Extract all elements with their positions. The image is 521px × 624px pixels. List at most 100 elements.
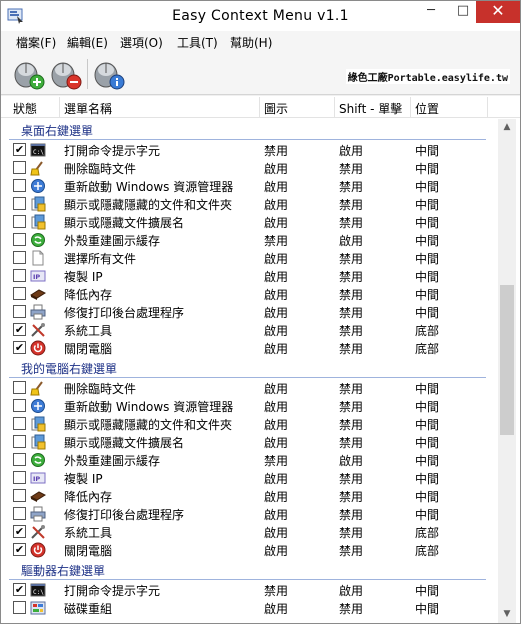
row-icon-state: 啟用 bbox=[264, 526, 289, 540]
title-bar[interactable]: Easy Context Menu v1.1 ─ □ ✕ bbox=[1, 1, 520, 31]
row-position: 中間 bbox=[415, 234, 440, 248]
menu-edit[interactable]: 編輯(E) bbox=[67, 34, 108, 51]
list-row[interactable]: ✔ 關閉電腦 啟用 禁用 底部 bbox=[1, 541, 498, 559]
row-checkbox[interactable] bbox=[13, 233, 26, 246]
row-name: 修復打印後台處理程序 bbox=[64, 508, 185, 522]
row-checkbox[interactable] bbox=[13, 179, 26, 192]
menu-tools[interactable]: 工具(T) bbox=[177, 34, 218, 51]
row-checkbox[interactable]: ✔ bbox=[13, 143, 26, 156]
scroll-up-arrow[interactable]: ▲ bbox=[498, 119, 516, 136]
row-name: 選擇所有文件 bbox=[64, 252, 137, 266]
list-row[interactable]: 重新啟動 Windows 資源管理器 啟用 禁用 中間 bbox=[1, 177, 498, 195]
row-position: 中間 bbox=[415, 472, 440, 486]
remove-item-button[interactable] bbox=[49, 57, 83, 91]
broom-icon bbox=[30, 161, 43, 176]
col-state[interactable]: 狀態 bbox=[13, 100, 37, 117]
list-row[interactable]: 磁碟重組 啟用 禁用 中間 bbox=[1, 599, 498, 617]
group-divider bbox=[9, 579, 486, 580]
row-name: 打開命令提示字元 bbox=[64, 584, 161, 598]
list-row[interactable]: 刪除臨時文件 啟用 禁用 中間 bbox=[1, 379, 498, 397]
row-shift-state: 禁用 bbox=[339, 472, 364, 486]
list-row[interactable]: IP 複製 IP 啟用 禁用 中間 bbox=[1, 469, 498, 487]
list-row[interactable]: 外殼重建圖示緩存 禁用 啟用 中間 bbox=[1, 451, 498, 469]
row-checkbox[interactable] bbox=[13, 399, 26, 412]
list-row[interactable]: ✔ C:\ 打開命令提示字元 禁用 啟用 中間 bbox=[1, 581, 498, 599]
row-checkbox[interactable] bbox=[13, 251, 26, 264]
add-item-button[interactable] bbox=[12, 57, 46, 91]
list-row[interactable]: IP 複製 IP 啟用 禁用 中間 bbox=[1, 267, 498, 285]
list-row[interactable]: 修復打印後台處理程序 啟用 禁用 中間 bbox=[1, 303, 498, 321]
list-row[interactable]: 選擇所有文件 啟用 禁用 中間 bbox=[1, 249, 498, 267]
row-position: 中間 bbox=[415, 198, 440, 212]
row-checkbox[interactable]: ✔ bbox=[13, 341, 26, 354]
list-row[interactable]: 顯示或隱藏隱藏的文件和文件夾 啟用 禁用 中間 bbox=[1, 415, 498, 433]
close-button[interactable]: ✕ bbox=[476, 1, 520, 23]
list-row[interactable]: 降低內存 啟用 禁用 中間 bbox=[1, 487, 498, 505]
list-row[interactable]: 降低內存 啟用 禁用 中間 bbox=[1, 285, 498, 303]
row-shift-state: 禁用 bbox=[339, 526, 364, 540]
row-icon-state: 啟用 bbox=[264, 436, 289, 450]
row-name: 外殼重建圖示緩存 bbox=[64, 454, 161, 468]
row-icon-state: 禁用 bbox=[264, 454, 289, 468]
list-row[interactable]: 外殼重建圖示緩存 禁用 啟用 中間 bbox=[1, 231, 498, 249]
maximize-button[interactable]: □ bbox=[449, 1, 477, 23]
list-row[interactable]: 修復打印後台處理程序 啟用 禁用 中間 bbox=[1, 505, 498, 523]
list-row[interactable]: 顯示或隱藏隱藏的文件和文件夾 啟用 禁用 中間 bbox=[1, 195, 498, 213]
col-name[interactable]: 選單名稱 bbox=[64, 100, 112, 117]
memory-icon bbox=[30, 289, 46, 300]
cmd-icon: C:\ bbox=[30, 143, 46, 157]
ip-icon: IP bbox=[30, 472, 46, 484]
list-row[interactable]: 刪除臨時文件 啟用 禁用 中間 bbox=[1, 159, 498, 177]
vertical-scrollbar[interactable]: ▲ ▼ bbox=[498, 119, 516, 623]
row-checkbox[interactable] bbox=[13, 197, 26, 210]
row-checkbox[interactable] bbox=[13, 215, 26, 228]
row-checkbox[interactable] bbox=[13, 417, 26, 430]
menu-options[interactable]: 選項(O) bbox=[120, 34, 163, 51]
row-checkbox[interactable] bbox=[13, 471, 26, 484]
row-checkbox[interactable] bbox=[13, 305, 26, 318]
col-pos[interactable]: 位置 bbox=[415, 100, 439, 117]
row-checkbox[interactable] bbox=[13, 489, 26, 502]
row-checkbox[interactable] bbox=[13, 161, 26, 174]
row-checkbox[interactable] bbox=[13, 269, 26, 282]
file-icon bbox=[32, 250, 44, 266]
toolbar: 綠色工廠Portable.easylife.tw bbox=[1, 53, 520, 95]
row-checkbox[interactable]: ✔ bbox=[13, 583, 26, 596]
scroll-thumb[interactable] bbox=[500, 285, 514, 435]
row-checkbox[interactable]: ✔ bbox=[13, 525, 26, 538]
list-row[interactable]: ✔ 關閉電腦 啟用 禁用 底部 bbox=[1, 339, 498, 357]
svg-text:IP: IP bbox=[33, 475, 40, 483]
row-name: 複製 IP bbox=[64, 270, 103, 284]
col-left[interactable]: 圖示 bbox=[264, 100, 288, 117]
row-checkbox[interactable] bbox=[13, 601, 26, 614]
row-checkbox[interactable] bbox=[13, 453, 26, 466]
minimize-button[interactable]: ─ bbox=[417, 1, 445, 23]
row-shift-state: 啟用 bbox=[339, 584, 364, 598]
row-checkbox[interactable]: ✔ bbox=[13, 323, 26, 336]
list-row[interactable]: 顯示或隱藏文件擴展名 啟用 禁用 中間 bbox=[1, 433, 498, 451]
list-row[interactable]: 重新啟動 Windows 資源管理器 啟用 禁用 中間 bbox=[1, 397, 498, 415]
row-checkbox[interactable] bbox=[13, 287, 26, 300]
row-shift-state: 禁用 bbox=[339, 162, 364, 176]
row-checkbox[interactable] bbox=[13, 435, 26, 448]
info-button[interactable] bbox=[92, 57, 126, 91]
refresh-icon bbox=[31, 453, 45, 467]
list-row[interactable]: 顯示或隱藏文件擴展名 啟用 禁用 中間 bbox=[1, 213, 498, 231]
list-row[interactable]: ✔ 系統工具 啟用 禁用 底部 bbox=[1, 321, 498, 339]
menu-help[interactable]: 幫助(H) bbox=[230, 34, 272, 51]
col-shift[interactable]: Shift - 單擊 bbox=[339, 100, 402, 117]
row-checkbox[interactable]: ✔ bbox=[13, 543, 26, 556]
list-row[interactable]: ✔ C:\ 打開命令提示字元 禁用 啟用 中間 bbox=[1, 141, 498, 159]
row-checkbox[interactable] bbox=[13, 381, 26, 394]
row-name: 刪除臨時文件 bbox=[64, 162, 137, 176]
explorer-icon bbox=[31, 399, 45, 413]
row-checkbox[interactable] bbox=[13, 507, 26, 520]
scroll-down-arrow[interactable]: ▼ bbox=[498, 606, 516, 623]
list-row[interactable]: ✔ 系統工具 啟用 禁用 底部 bbox=[1, 523, 498, 541]
memory-icon bbox=[30, 491, 46, 502]
row-position: 中間 bbox=[415, 490, 440, 504]
menu-file[interactable]: 檔案(F) bbox=[16, 34, 56, 51]
col-divider bbox=[259, 97, 260, 117]
menu-list[interactable]: 狀態 選單名稱 圖示 Shift - 單擊 位置 桌面右鍵選單 ✔ C:\ 打開命令提… bbox=[1, 96, 520, 623]
row-position: 底部 bbox=[415, 526, 440, 540]
